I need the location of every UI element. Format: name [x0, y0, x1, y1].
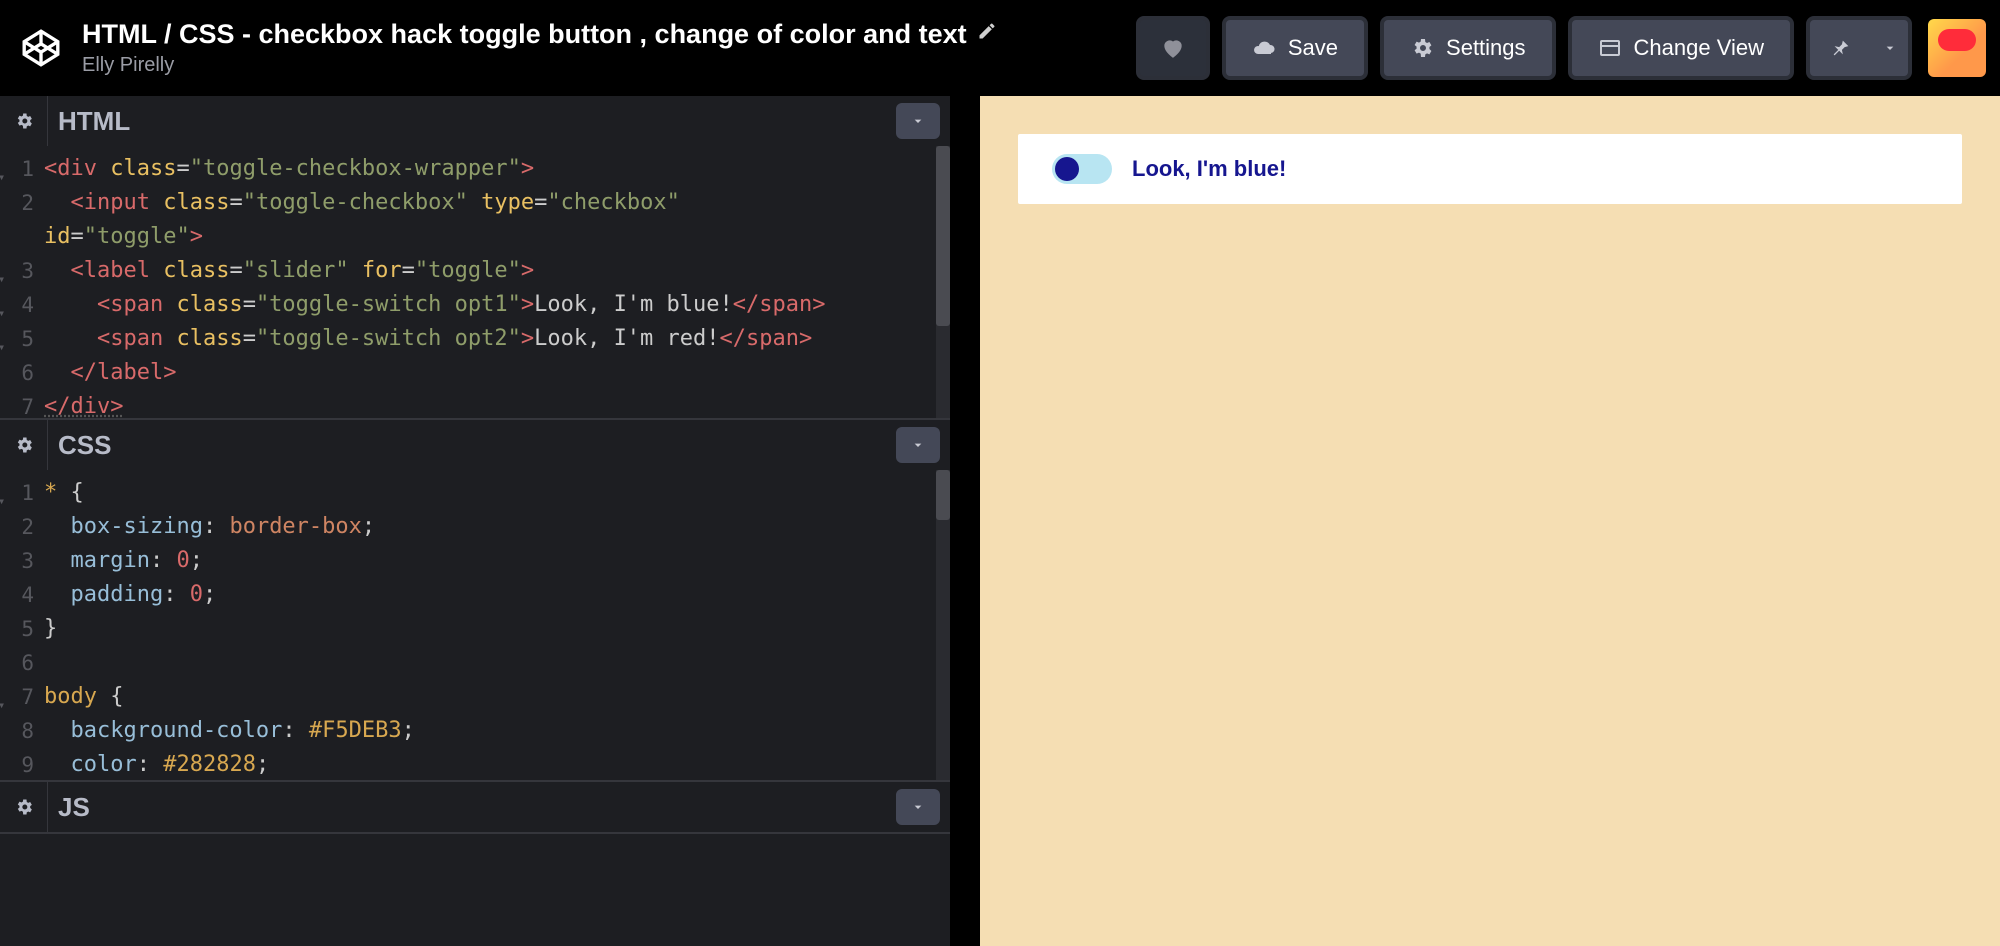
gutter-css: 1 2 3 4 5 6 7 8 9 10 11 [0, 476, 44, 774]
panel-collapse-css[interactable] [896, 427, 940, 463]
panel-html: HTML 1 2 3 4 5 6 7 <div class="toggle-ch… [0, 96, 950, 420]
scrollbar-html[interactable] [936, 146, 950, 418]
preview-pane: Look, I'm blue! [980, 96, 2000, 946]
pin-button[interactable] [1806, 16, 1876, 80]
toggle-switch[interactable] [1052, 154, 1112, 184]
editor-column: HTML 1 2 3 4 5 6 7 <div class="toggle-ch… [0, 96, 980, 946]
pen-title-text: HTML / CSS - checkbox hack toggle button… [82, 19, 967, 50]
panel-settings-js[interactable] [0, 782, 48, 832]
main: HTML 1 2 3 4 5 6 7 <div class="toggle-ch… [0, 96, 2000, 946]
avatar[interactable] [1928, 19, 1986, 77]
gutter-html: 1 2 3 4 5 6 7 [0, 152, 44, 412]
pen-title[interactable]: HTML / CSS - checkbox hack toggle button… [82, 19, 997, 50]
heart-button[interactable] [1136, 16, 1210, 80]
change-view-label: Change View [1634, 35, 1764, 61]
scrollbar-css[interactable] [936, 470, 950, 780]
settings-button[interactable]: Settings [1380, 16, 1556, 80]
panel-title-js: JS [48, 792, 896, 823]
settings-label: Settings [1446, 35, 1526, 61]
panel-js: JS [0, 782, 950, 834]
panel-head-html: HTML [0, 96, 950, 146]
panel-title-html: HTML [48, 106, 896, 137]
toggle-knob [1055, 157, 1079, 181]
pin-dropdown[interactable] [1872, 16, 1912, 80]
pencil-icon[interactable] [977, 21, 997, 47]
toggle-label: Look, I'm blue! [1132, 156, 1286, 182]
save-button[interactable]: Save [1222, 16, 1368, 80]
topbar-buttons: Save Settings Change View [1136, 16, 1986, 80]
heart-icon [1160, 35, 1186, 61]
panel-settings-html[interactable] [0, 96, 48, 146]
code-html[interactable]: <div class="toggle-checkbox-wrapper"> <i… [44, 152, 950, 412]
title-block: HTML / CSS - checkbox hack toggle button… [82, 19, 997, 77]
panel-head-js: JS [0, 782, 950, 832]
panel-css: CSS 1 2 3 4 5 6 7 8 9 10 11 [0, 420, 950, 782]
code-editor-html[interactable]: 1 2 3 4 5 6 7 <div class="toggle-checkbo… [0, 146, 950, 418]
cloud-icon [1252, 36, 1276, 60]
topbar: HTML / CSS - checkbox hack toggle button… [0, 0, 2000, 96]
code-css[interactable]: * { box-sizing: border-box; margin: 0; p… [44, 476, 950, 774]
panel-head-css: CSS [0, 420, 950, 470]
codepen-logo[interactable] [14, 21, 68, 75]
panel-settings-css[interactable] [0, 420, 48, 470]
pen-author[interactable]: Elly Pirelly [82, 54, 997, 77]
toggle-wrapper: Look, I'm blue! [1018, 134, 1962, 204]
pin-icon [1830, 37, 1852, 59]
panel-collapse-js[interactable] [896, 789, 940, 825]
save-label: Save [1288, 35, 1338, 61]
panel-title-css: CSS [48, 430, 896, 461]
gear-icon [1410, 36, 1434, 60]
layout-icon [1598, 36, 1622, 60]
change-view-button[interactable]: Change View [1568, 16, 1794, 80]
code-editor-css[interactable]: 1 2 3 4 5 6 7 8 9 10 11 * { box-sizing: … [0, 470, 950, 780]
panel-collapse-html[interactable] [896, 103, 940, 139]
